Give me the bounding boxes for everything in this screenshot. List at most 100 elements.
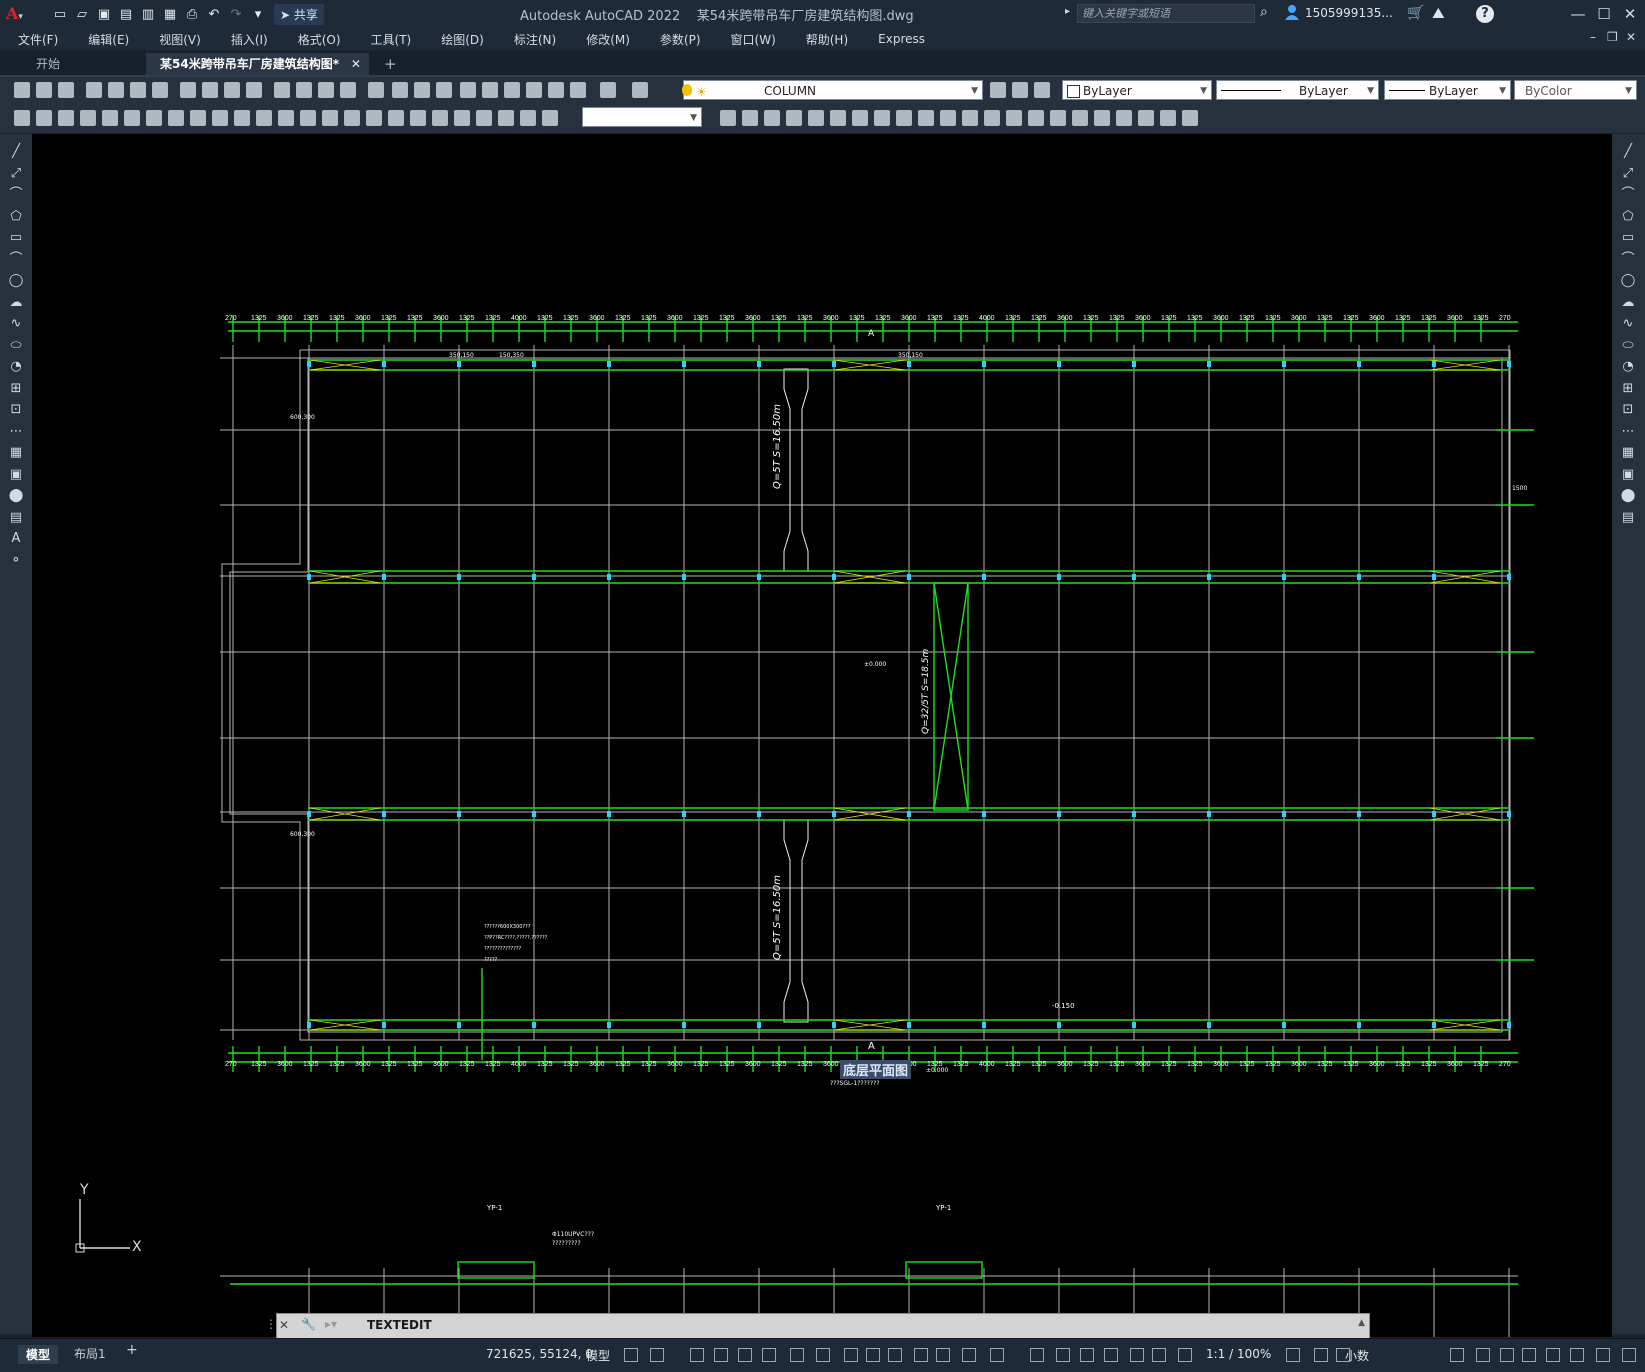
modify-tool-10-icon[interactable]: ◔	[1620, 359, 1636, 375]
status-toggle-11-icon[interactable]	[914, 1348, 928, 1362]
modify-tool-2-icon[interactable]: ⌒	[1620, 187, 1636, 203]
menu-parametric[interactable]: 参数(P)	[660, 31, 701, 48]
command-history-icon[interactable]: ▲	[1358, 1318, 1365, 1328]
status-toggle-10-icon[interactable]	[888, 1348, 902, 1362]
autodesk-app-icon[interactable]: ⛰	[1432, 4, 1445, 22]
status-toggle-21-icon[interactable]	[1178, 1348, 1192, 1362]
status-toggle-18-icon[interactable]	[1104, 1348, 1118, 1362]
annotation-scale[interactable]: 1:1 / 100%	[1206, 1347, 1271, 1361]
toolbar2-tool-31-icon[interactable]	[852, 110, 868, 126]
status-toggle-9-icon[interactable]	[866, 1348, 880, 1362]
new-icon[interactable]: ▭	[50, 4, 70, 24]
status-toggle-19-icon[interactable]	[1130, 1348, 1144, 1362]
modify-tool-17-icon[interactable]: ▤	[1620, 510, 1636, 526]
status-toggle-24-icon[interactable]	[1336, 1348, 1350, 1362]
close-icon[interactable]: ✕	[1617, 4, 1643, 24]
modify-tool-11-icon[interactable]: ⊞	[1620, 381, 1636, 397]
toolbar2-tool-37-icon[interactable]	[984, 110, 1000, 126]
plotstyle-dropdown[interactable]: ByColor ▼	[1514, 80, 1637, 100]
draw-tool-10-icon[interactable]: ◔	[8, 359, 24, 375]
toolbar2-tool-44-icon[interactable]	[1138, 110, 1154, 126]
toolbar2-tool-9-icon[interactable]	[212, 110, 228, 126]
command-recent-icon[interactable]: ▸▾	[325, 1317, 337, 1331]
toolbar1-tool-13-icon[interactable]	[318, 82, 334, 98]
toolbar1-tool-20-icon[interactable]	[482, 82, 498, 98]
toolbar1-tool-23-icon[interactable]	[548, 82, 564, 98]
draw-tool-5-icon[interactable]: ⌒	[8, 252, 24, 268]
toolbar1-tool-25-icon[interactable]	[600, 82, 616, 98]
draw-tool-8-icon[interactable]: ∿	[8, 316, 24, 332]
command-close-icon[interactable]: ✕	[279, 1318, 289, 1332]
new-tab-icon[interactable]: +	[370, 53, 411, 75]
open-icon[interactable]: ▱	[72, 4, 92, 24]
doc-close-icon[interactable]: ✕	[1626, 30, 1636, 44]
toolbar2-tool-42-icon[interactable]	[1094, 110, 1110, 126]
toolbar2-tool-17-icon[interactable]	[388, 110, 404, 126]
tab-layout1[interactable]: 布局1	[74, 1345, 106, 1362]
status-toggle-29-icon[interactable]	[1546, 1348, 1560, 1362]
draw-tool-11-icon[interactable]: ⊞	[8, 381, 24, 397]
toolbar1-tool-11-icon[interactable]	[274, 82, 290, 98]
toolbar2-tool-13-icon[interactable]	[300, 110, 316, 126]
search-icon[interactable]: ⌕	[1260, 4, 1268, 20]
menu-format[interactable]: 格式(O)	[298, 31, 341, 48]
modify-tool-12-icon[interactable]: ⊡	[1620, 402, 1636, 418]
status-toggle-20-icon[interactable]	[1152, 1348, 1166, 1362]
dimstyle-dropdown[interactable]: ▼	[582, 107, 702, 127]
status-toggle-5-icon[interactable]	[762, 1348, 776, 1362]
undo-icon[interactable]: ↶	[204, 4, 224, 24]
web-open-icon[interactable]: ▥	[138, 4, 158, 24]
draw-tool-2-icon[interactable]: ⌒	[8, 187, 24, 203]
toolbar1-tool-0-icon[interactable]	[14, 82, 30, 98]
toolbar2-tool-29-icon[interactable]	[808, 110, 824, 126]
save-as-icon[interactable]: ▤	[116, 4, 136, 24]
modify-tool-7-icon[interactable]: ☁	[1620, 295, 1636, 311]
search-expand-icon[interactable]: ▸	[1065, 6, 1070, 17]
menu-file[interactable]: 文件(F)	[18, 31, 58, 48]
toolbar1-tool-1-icon[interactable]	[36, 82, 52, 98]
toolbar2-tool-27-icon[interactable]	[764, 110, 780, 126]
draw-tool-16-icon[interactable]: ⬤	[8, 488, 24, 504]
menu-edit[interactable]: 编辑(E)	[88, 31, 129, 48]
customize-qa-icon[interactable]: ▾	[248, 4, 268, 24]
toolbar2-tool-0-icon[interactable]	[14, 110, 30, 126]
toolbar2-tool-26-icon[interactable]	[742, 110, 758, 126]
tab-drawing[interactable]: 某54米跨带吊车厂房建筑结构图* ✕	[146, 53, 369, 75]
toolbar2-tool-35-icon[interactable]	[940, 110, 956, 126]
status-toggle-17-icon[interactable]	[1080, 1348, 1094, 1362]
status-toggle-14-icon[interactable]	[990, 1348, 1004, 1362]
user-name[interactable]: 1505999135...	[1305, 6, 1393, 20]
toolbar2-tool-18-icon[interactable]	[410, 110, 426, 126]
toolbar2-tool-8-icon[interactable]	[190, 110, 206, 126]
toolbar1-tool-7-icon[interactable]	[180, 82, 196, 98]
toolbar1-tool-4-icon[interactable]	[108, 82, 124, 98]
toolbar1-tool-21-icon[interactable]	[504, 82, 520, 98]
cart-icon[interactable]: 🛒	[1407, 5, 1424, 21]
toolbar2-tool-21-icon[interactable]	[476, 110, 492, 126]
toolbar1-tool-3-icon[interactable]	[86, 82, 102, 98]
toolbar1-tool-8-icon[interactable]	[202, 82, 218, 98]
status-toggle-15-icon[interactable]	[1030, 1348, 1044, 1362]
status-toggle-27-icon[interactable]	[1500, 1348, 1514, 1362]
toolbar2-tool-40-icon[interactable]	[1050, 110, 1066, 126]
toolbar1-tool-2-icon[interactable]	[58, 82, 74, 98]
toolbar1-tool-27-icon[interactable]	[990, 82, 1006, 98]
modify-tool-6-icon[interactable]: ◯	[1620, 273, 1636, 289]
draw-tool-6-icon[interactable]: ◯	[8, 273, 24, 289]
toolbar2-tool-14-icon[interactable]	[322, 110, 338, 126]
status-toggle-30-icon[interactable]	[1570, 1348, 1584, 1362]
save-icon[interactable]: ▣	[94, 4, 114, 24]
plot-icon[interactable]: ⎙	[182, 4, 202, 24]
toolbar2-tool-3-icon[interactable]	[80, 110, 96, 126]
toolbar2-tool-10-icon[interactable]	[234, 110, 250, 126]
status-toggle-6-icon[interactable]	[790, 1348, 804, 1362]
draw-tool-15-icon[interactable]: ▣	[8, 467, 24, 483]
draw-tool-14-icon[interactable]: ▦	[8, 445, 24, 461]
lineweight-dropdown[interactable]: ByLayer ▼	[1384, 80, 1511, 100]
toolbar1-tool-18-icon[interactable]	[436, 82, 452, 98]
draw-tool-1-icon[interactable]: ⤢	[8, 166, 24, 182]
command-customize-icon[interactable]: 🔧	[301, 1317, 316, 1331]
draw-tool-4-icon[interactable]: ▭	[8, 230, 24, 246]
app-menu-button[interactable]: A▾	[6, 4, 36, 24]
toolbar2-tool-34-icon[interactable]	[918, 110, 934, 126]
